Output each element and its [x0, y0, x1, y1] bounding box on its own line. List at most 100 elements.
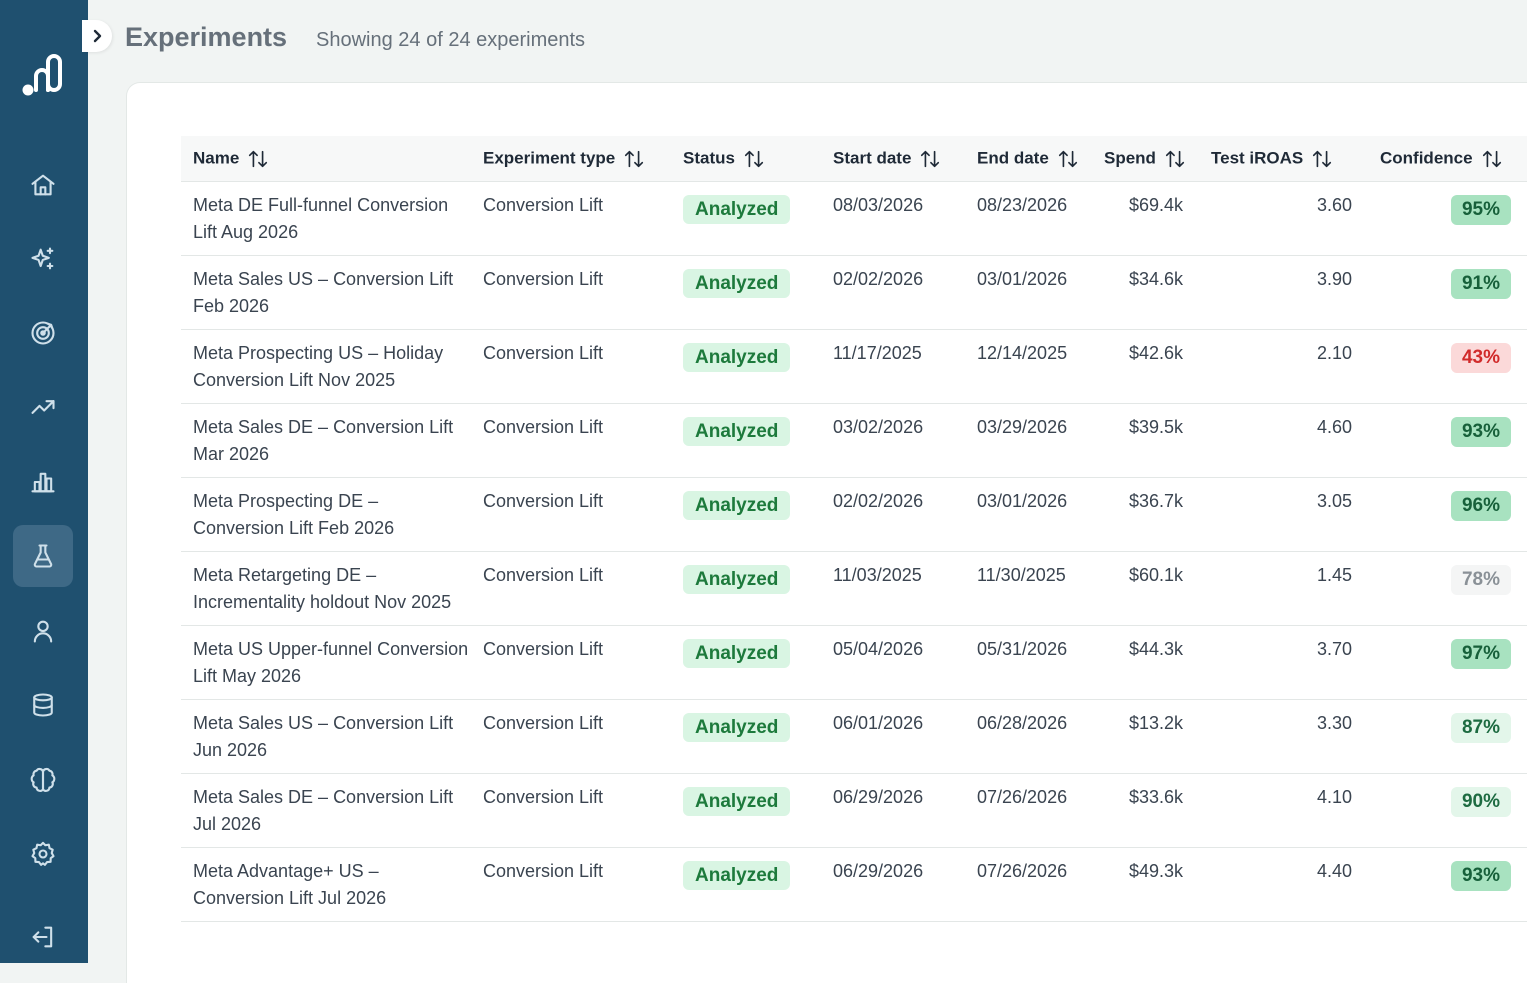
- cell-test-iroas: 3.05: [1199, 477, 1368, 552]
- cell-spend: $33.6k: [1092, 773, 1199, 848]
- cell-end-date: 05/31/2026: [965, 625, 1092, 700]
- nav-trends[interactable]: [13, 376, 73, 438]
- column-header-start-date[interactable]: Start date: [821, 136, 965, 182]
- column-header-end-date[interactable]: End date: [965, 136, 1092, 182]
- column-header-label: Status: [683, 147, 735, 167]
- cell-name: Meta Sales US – Conversion Lift Feb 2026: [181, 255, 471, 330]
- page-title: Experiments: [125, 22, 288, 52]
- status-badge: Analyzed: [683, 713, 791, 742]
- cell-name: Meta US Upper-funnel Conversion Lift May…: [181, 625, 471, 700]
- table-row[interactable]: Meta DE Full-funnel Conversion Lift Aug …: [181, 181, 1527, 256]
- table-row[interactable]: Meta Retargeting DE – Incrementality hol…: [181, 551, 1527, 626]
- sort-button[interactable]: [1057, 148, 1079, 170]
- nav-users[interactable]: [13, 600, 73, 662]
- status-badge: Analyzed: [683, 787, 791, 816]
- cell-status: Analyzed: [671, 699, 821, 774]
- cell-name: Meta Sales US – Conversion Lift Jun 2026: [181, 699, 471, 774]
- sort-button[interactable]: [623, 148, 645, 170]
- table-row[interactable]: Meta Sales DE – Conversion Lift Mar 2026…: [181, 403, 1527, 478]
- cell-spend: $44.3k: [1092, 625, 1199, 700]
- cell-status: Analyzed: [671, 847, 821, 922]
- cell-spend: $42.6k: [1092, 329, 1199, 404]
- table-row[interactable]: Meta Sales US – Conversion Lift Jun 2026…: [181, 699, 1527, 774]
- sort-icon: [1313, 150, 1332, 167]
- status-badge: Analyzed: [683, 491, 791, 520]
- table-row[interactable]: Meta Sales DE – Conversion Lift Jul 2026…: [181, 773, 1527, 848]
- cell-spend: $39.5k: [1092, 403, 1199, 478]
- confidence-badge: 93%: [1450, 861, 1511, 891]
- sparkles-icon: [31, 247, 54, 270]
- nav-reports[interactable]: [13, 451, 73, 513]
- table-body: Meta DE Full-funnel Conversion Lift Aug …: [181, 181, 1527, 922]
- cell-test-iroas: 4.40: [1199, 847, 1368, 922]
- confidence-badge: 97%: [1450, 639, 1511, 669]
- table-row[interactable]: Meta Advantage+ US – Conversion Lift Jul…: [181, 847, 1527, 922]
- nav-settings[interactable]: [13, 823, 73, 885]
- database-icon: [33, 693, 53, 717]
- cell-status: Analyzed: [671, 551, 821, 626]
- sort-button[interactable]: [919, 148, 941, 170]
- nav-experiments[interactable]: [13, 525, 73, 587]
- cell-name: Meta Prospecting US – Holiday Conversion…: [181, 329, 471, 404]
- sort-button[interactable]: [247, 148, 269, 170]
- nav-goals[interactable]: [13, 302, 73, 364]
- cell-spend: $36.7k: [1092, 477, 1199, 552]
- cell-confidence: 78%: [1368, 551, 1527, 626]
- target-icon: [31, 321, 55, 345]
- cell-experiment-type: Conversion Lift: [471, 699, 671, 774]
- cell-start-date: 08/03/2026: [821, 181, 965, 256]
- experiments-table: Name Experiment type Status Start date End d…: [181, 136, 1527, 922]
- table-row[interactable]: Meta Prospecting DE – Conversion Lift Fe…: [181, 477, 1527, 552]
- table-row[interactable]: Meta Prospecting US – Holiday Conversion…: [181, 329, 1527, 404]
- column-header-spend[interactable]: Spend: [1092, 136, 1199, 182]
- nav-insights[interactable]: [13, 228, 73, 290]
- nav-data[interactable]: [13, 674, 73, 736]
- status-badge: Analyzed: [683, 417, 791, 446]
- sort-button[interactable]: [743, 148, 765, 170]
- column-header-experiment-type[interactable]: Experiment type: [471, 136, 671, 182]
- cell-test-iroas: 1.45: [1199, 551, 1368, 626]
- table-row[interactable]: Meta US Upper-funnel Conversion Lift May…: [181, 625, 1527, 700]
- status-badge: Analyzed: [683, 269, 791, 298]
- cell-confidence: 97%: [1368, 625, 1527, 700]
- sort-button[interactable]: [1481, 148, 1503, 170]
- cell-end-date: 03/01/2026: [965, 255, 1092, 330]
- cell-start-date: 06/29/2026: [821, 847, 965, 922]
- cell-confidence: 93%: [1368, 847, 1527, 922]
- confidence-badge: 87%: [1450, 713, 1511, 743]
- cell-spend: $60.1k: [1092, 551, 1199, 626]
- table-row[interactable]: Meta Sales US – Conversion Lift Feb 2026…: [181, 255, 1527, 330]
- nav-home[interactable]: [13, 154, 73, 216]
- cell-start-date: 11/03/2025: [821, 551, 965, 626]
- home-icon: [31, 174, 55, 196]
- cell-end-date: 07/26/2026: [965, 847, 1092, 922]
- column-header-confidence[interactable]: Confidence: [1368, 136, 1527, 182]
- column-header-name[interactable]: Name: [181, 136, 471, 182]
- sort-button[interactable]: [1164, 148, 1186, 170]
- nav-logout[interactable]: [13, 906, 73, 968]
- confidence-badge: 93%: [1450, 417, 1511, 447]
- column-header-status[interactable]: Status: [671, 136, 821, 182]
- sort-button[interactable]: [1311, 148, 1333, 170]
- confidence-badge: 43%: [1450, 343, 1511, 373]
- cell-name: Meta Prospecting DE – Conversion Lift Fe…: [181, 477, 471, 552]
- cell-confidence: 90%: [1368, 773, 1527, 848]
- sidebar-toggle-button[interactable]: [82, 20, 112, 52]
- column-header-test-iroas[interactable]: Test iROAS: [1199, 136, 1368, 182]
- cell-end-date: 03/29/2026: [965, 403, 1092, 478]
- cell-spend: $49.3k: [1092, 847, 1199, 922]
- nav-models[interactable]: [13, 749, 73, 811]
- cell-start-date: 03/02/2026: [821, 403, 965, 478]
- cell-end-date: 12/14/2025: [965, 329, 1092, 404]
- cell-status: Analyzed: [671, 329, 821, 404]
- confidence-badge: 90%: [1450, 787, 1511, 817]
- logout-icon: [32, 926, 53, 948]
- sort-icon: [1165, 150, 1185, 167]
- cell-experiment-type: Conversion Lift: [471, 477, 671, 552]
- cell-name: Meta Advantage+ US – Conversion Lift Jul…: [181, 847, 471, 922]
- sort-icon: [1058, 150, 1077, 167]
- cell-test-iroas: 3.30: [1199, 699, 1368, 774]
- cell-name: Meta Sales DE – Conversion Lift Jul 2026: [181, 773, 471, 848]
- cell-test-iroas: 3.60: [1199, 181, 1368, 256]
- sidebar: [0, 0, 88, 963]
